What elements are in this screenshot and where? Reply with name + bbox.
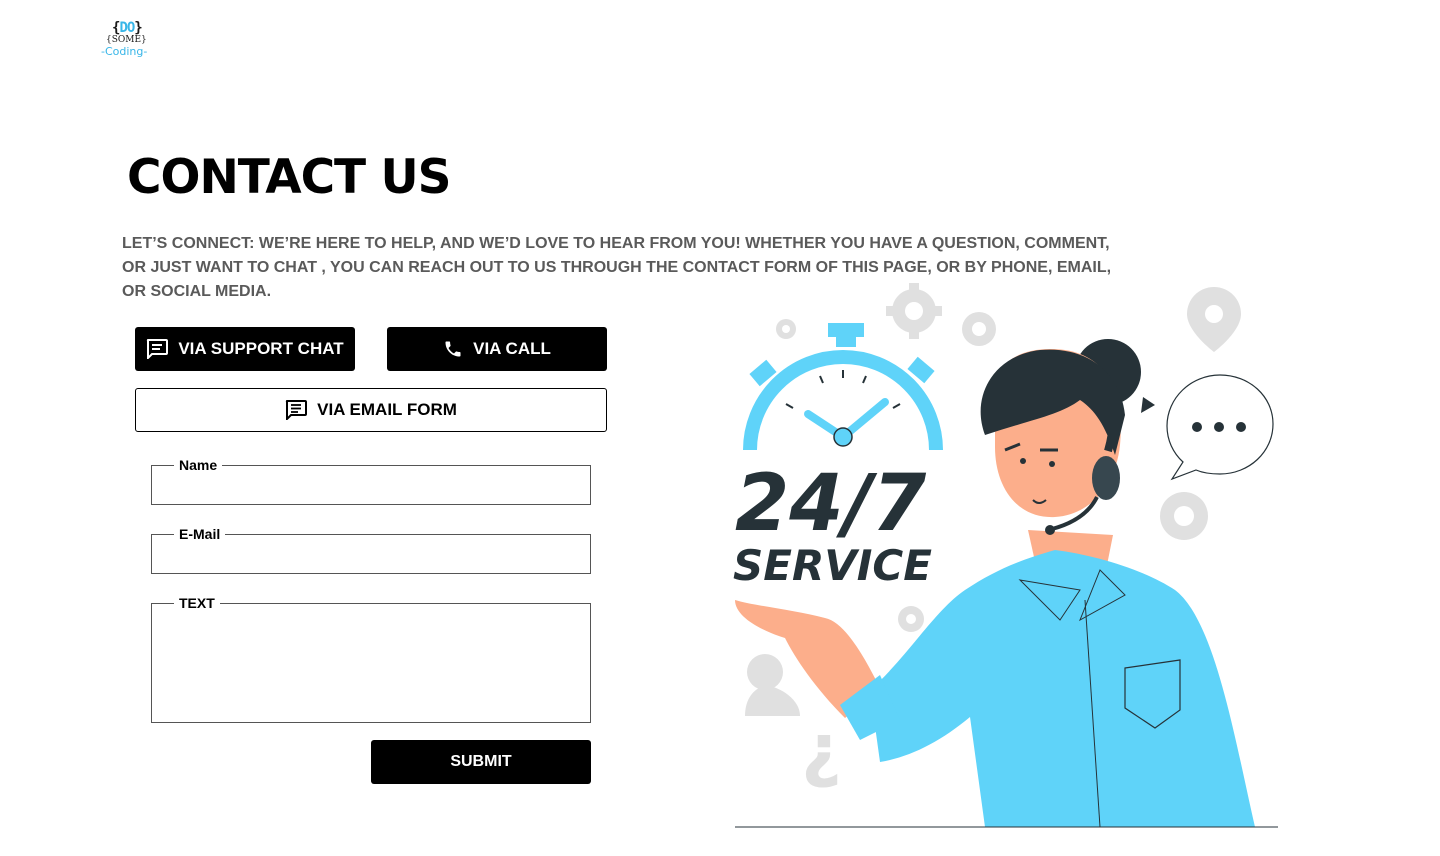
name-label: Name <box>174 457 223 473</box>
headline-service: SERVICE <box>733 541 932 590</box>
question-mark-icon: ? <box>801 718 842 800</box>
stopwatch-icon <box>743 323 943 451</box>
gear-icon <box>776 319 796 339</box>
support-chat-label: VIA SUPPORT CHAT <box>178 339 344 358</box>
message-icon <box>285 400 308 420</box>
logo-line-3: -Coding- <box>101 45 148 58</box>
logo-line-2: {SOME} <box>106 35 147 45</box>
call-label: VIA CALL <box>473 339 551 358</box>
location-pin-icon <box>1187 287 1241 352</box>
text-label: TEXT <box>174 595 220 611</box>
phone-icon <box>443 339 463 359</box>
email-label: E-Mail <box>174 526 226 542</box>
logo-line-1: {DO} <box>112 20 143 36</box>
email-form-label: VIA EMAIL FORM <box>317 400 457 419</box>
gear-icon <box>898 606 924 632</box>
user-icon <box>745 654 800 716</box>
support-illustration: ? 24/7 SERVICE <box>720 280 1290 830</box>
text-field[interactable]: TEXT <box>151 595 591 723</box>
gear-icon <box>962 312 996 346</box>
gear-icon <box>886 283 942 339</box>
gear-icon <box>1160 492 1208 540</box>
name-input[interactable] <box>162 474 580 496</box>
speech-bubble-icon <box>1166 374 1274 481</box>
page-title: CONTACT US <box>127 150 451 205</box>
submit-button[interactable]: SUBMIT <box>371 740 591 784</box>
call-button[interactable]: VIA CALL <box>387 327 607 371</box>
email-form-button[interactable]: VIA EMAIL FORM <box>135 388 607 432</box>
name-field[interactable]: Name <box>151 457 591 505</box>
support-chat-button[interactable]: VIA SUPPORT CHAT <box>135 327 355 371</box>
logo[interactable]: {DO} {SOME} -Coding- <box>100 18 156 62</box>
chat-icon <box>146 339 169 359</box>
headline-24-7: 24/7 <box>735 459 927 549</box>
svg-text:?: ? <box>801 718 842 800</box>
email-field[interactable]: E-Mail <box>151 526 591 574</box>
text-input[interactable] <box>162 612 580 714</box>
email-input[interactable] <box>162 543 580 565</box>
